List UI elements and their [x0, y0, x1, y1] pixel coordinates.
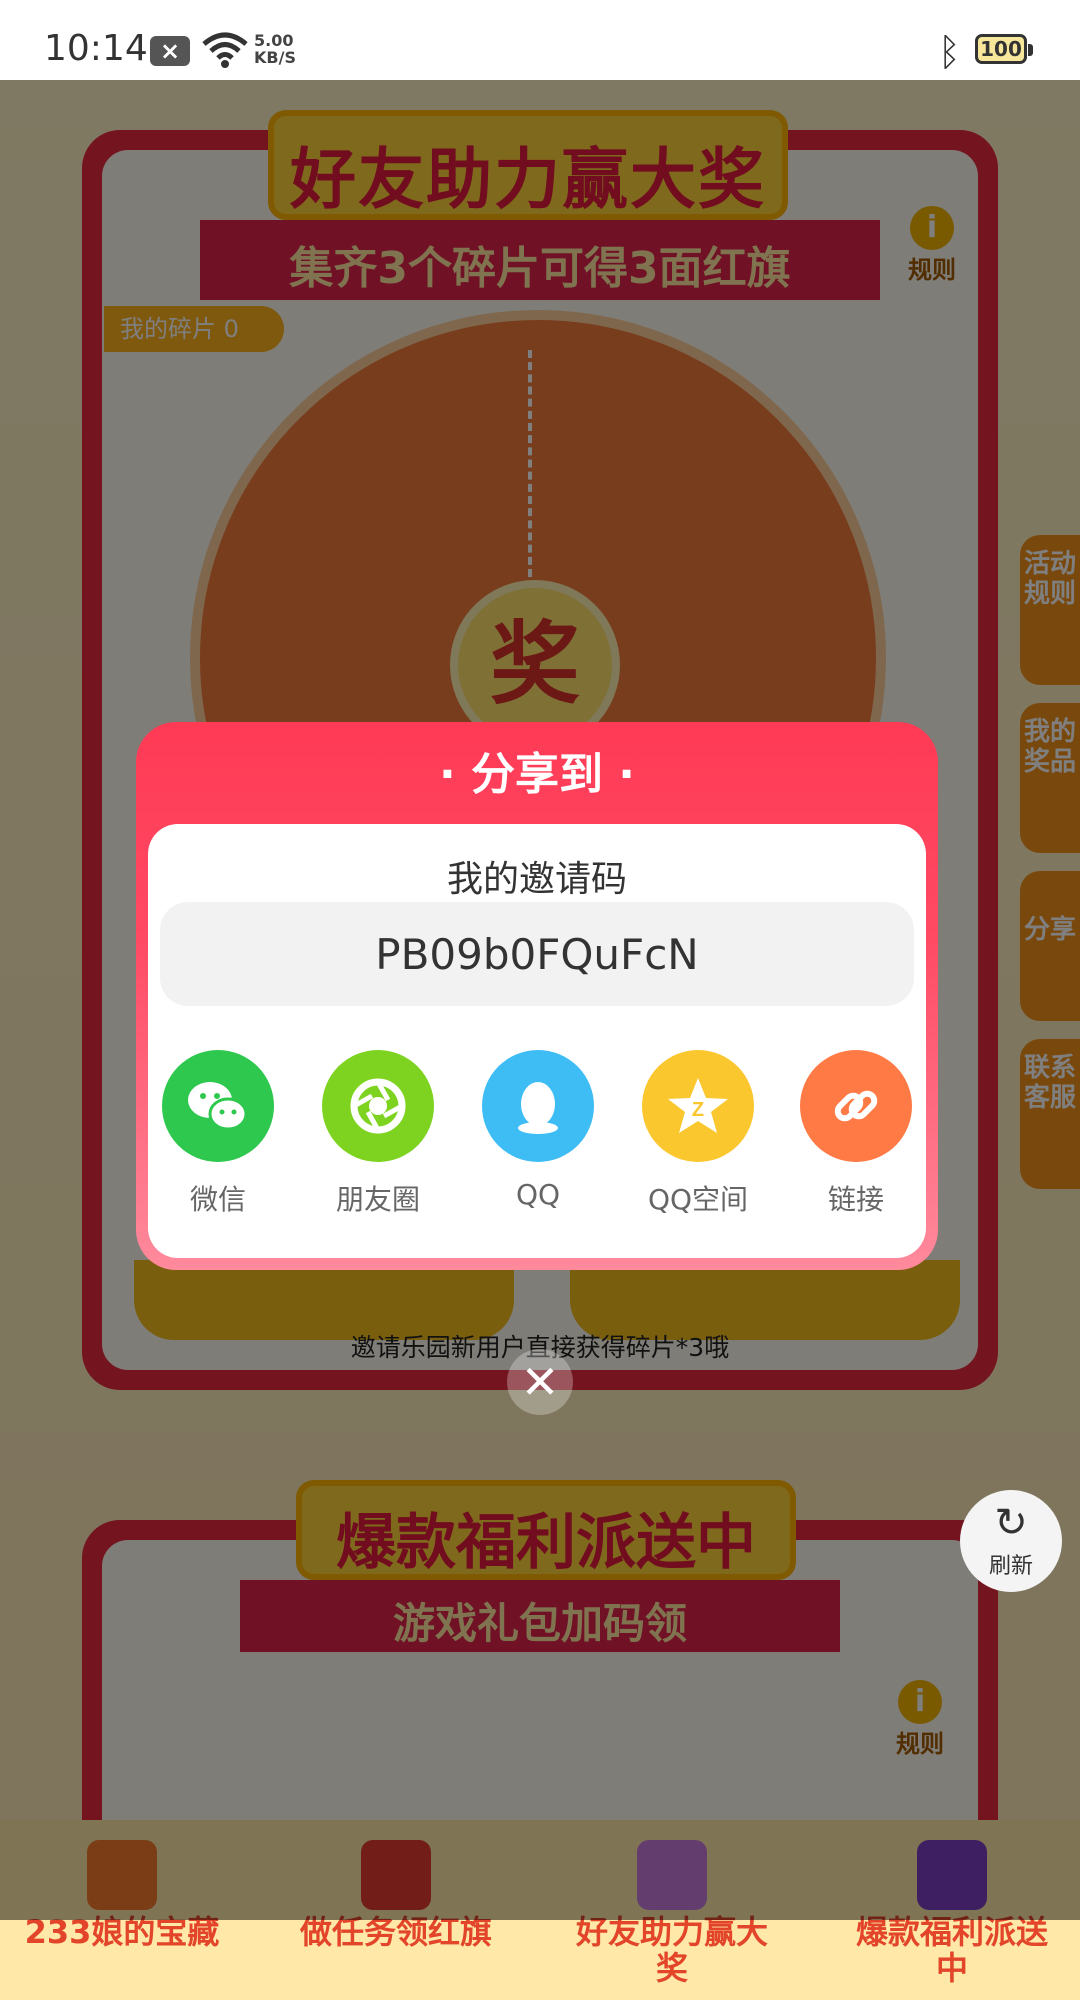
share-wechat-button[interactable]: 微信 — [148, 1050, 288, 1218]
share-qzone-label: QQ空间 — [647, 1183, 749, 1216]
wechat-icon — [162, 1050, 274, 1162]
qq-icon — [482, 1050, 594, 1162]
refresh-label: 刷新 — [988, 1554, 1033, 1579]
share-modal-title: · 分享到 · — [438, 749, 636, 800]
status-time: 10:14 — [44, 28, 148, 69]
invite-code-label: 我的邀请码 — [446, 859, 627, 900]
battery-icon: 100 — [975, 34, 1027, 64]
share-moments-label: 朋友圈 — [335, 1183, 420, 1216]
link-icon — [800, 1050, 912, 1162]
nav-label-friend-help: 好友助力赢大奖 — [575, 1913, 768, 1987]
battery-tip — [1028, 44, 1033, 56]
status-bar: 10:14 × 5.00 KB/S ᛒ 100 — [0, 0, 1080, 80]
refresh-button[interactable]: ↻ 刷新 — [960, 1490, 1062, 1592]
share-modal-panel: 我的邀请码 微信 — [148, 824, 926, 1258]
close-icon[interactable]: ✕ — [507, 1349, 573, 1415]
nav-label-welfare: 爆款福利派送中 — [855, 1913, 1048, 1987]
invite-code-field[interactable] — [160, 902, 914, 1006]
share-modal: · 分享到 · 我的邀请码 微信 — [136, 722, 938, 1270]
share-link-button[interactable]: 链接 — [786, 1050, 926, 1218]
wifi-icon — [202, 32, 248, 68]
network-speed-unit: KB/S — [254, 48, 296, 67]
share-qq-button[interactable]: QQ — [468, 1050, 608, 1211]
svg-text:Z: Z — [692, 1099, 704, 1121]
share-link-label: 链接 — [827, 1183, 884, 1216]
network-speed-value: 5.00 — [254, 31, 294, 50]
moments-icon — [322, 1050, 434, 1162]
share-moments-button[interactable]: 朋友圈 — [308, 1050, 448, 1218]
bluetooth-icon: ᛒ — [938, 30, 961, 74]
qzone-icon: Z — [642, 1050, 754, 1162]
share-qq-label: QQ — [515, 1178, 561, 1211]
notification-icon: × — [150, 36, 190, 66]
network-speed: 5.00 KB/S — [254, 32, 296, 66]
share-targets: 微信 朋友圈 QQ Z QQ空间 链接 — [148, 1050, 926, 1230]
refresh-icon: ↻ — [994, 1500, 1028, 1546]
share-wechat-label: 微信 — [189, 1183, 246, 1216]
share-qzone-button[interactable]: Z QQ空间 — [628, 1050, 768, 1218]
